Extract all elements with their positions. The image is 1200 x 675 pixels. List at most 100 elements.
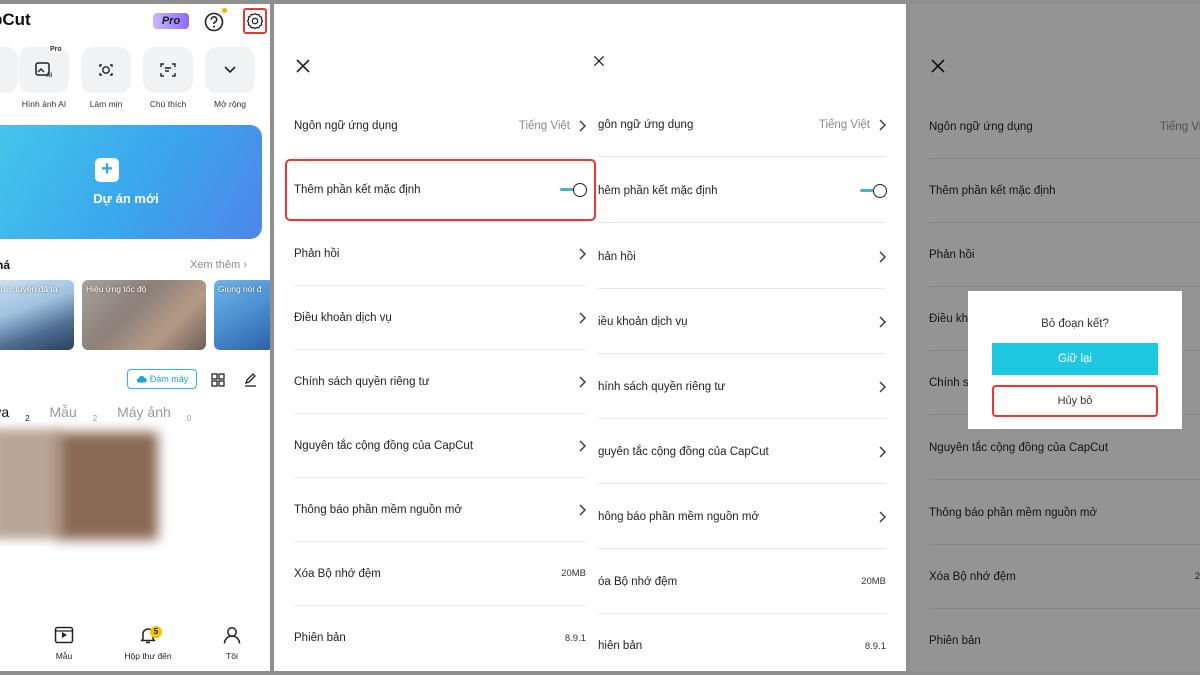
setting-clear-cache[interactable]: óa Bộ nhớ đệm 20MB [598, 550, 886, 614]
nav-label: Tôi [226, 651, 238, 661]
template-icon [54, 626, 74, 644]
setting-terms[interactable]: Điều khoản dịch vụ [294, 286, 586, 350]
chevron-right-icon [579, 248, 586, 259]
setting-label: Thông báo phần mềm nguồn mở [294, 503, 463, 516]
chevron-right-icon [879, 251, 886, 262]
plus-icon: + [95, 158, 119, 182]
chevron-right-icon [879, 381, 886, 392]
tab-camera[interactable]: Máy ảnh 0 [117, 404, 192, 423]
chevron-right-icon [579, 312, 586, 323]
settings-gear-icon[interactable] [243, 8, 267, 34]
chevron-right-icon [579, 376, 586, 387]
setting-version: Phiên bản 8.9.1 [294, 606, 586, 670]
help-icon[interactable] [202, 10, 226, 34]
chevron-right-icon [579, 504, 586, 515]
chevron-right-icon [879, 119, 886, 130]
home-screen: pCut Pro AI Pro Hình ảnh AI Làm mịn Chú … [0, 4, 270, 671]
template-thumbnail[interactable]: trực tuyến đã ta [0, 280, 74, 350]
tab-count: 2 [25, 413, 30, 423]
tool-pro-tag: Pro [48, 46, 64, 53]
default-ending-toggle[interactable] [860, 183, 887, 198]
cancel-button[interactable]: Hủy bỏ [992, 385, 1158, 417]
see-more-link[interactable]: Xem thêm › [190, 259, 247, 271]
tool-label: Chú thích [149, 99, 187, 109]
new-project-button[interactable]: + Dự án mới [0, 125, 262, 239]
setting-label: hiên bản [598, 640, 643, 652]
keep-button[interactable]: Giữ lại [992, 343, 1158, 375]
settings-screens: Ngôn ngữ ứng dụng Tiếng Việt Thêm phần k… [274, 4, 906, 671]
tool-retouch[interactable] [81, 47, 131, 93]
setting-privacy[interactable]: hính sách quyền riêng tư [598, 355, 886, 419]
chevron-right-icon [579, 440, 586, 451]
setting-clear-cache[interactable]: Xóa Bộ nhớ đệm 20MB [294, 542, 586, 606]
close-icon[interactable] [294, 57, 312, 75]
tab-count: 2 [92, 413, 98, 423]
project-tabs: ửa 2 Mẫu 2 Máy ảnh 0 [0, 404, 207, 423]
setting-label: hính sách quyền riêng tư [598, 380, 726, 393]
setting-value: Tiếng Việt [518, 119, 570, 132]
project-thumbnail[interactable] [58, 432, 158, 540]
settings-dialog-screen: Ngôn ngữ ứng dụng Tiếng Việt Thêm phần k… [910, 4, 1200, 671]
setting-terms[interactable]: iều khoản dịch vụ [598, 290, 886, 354]
cloud-button[interactable]: Đám mây [127, 369, 197, 389]
tool-expand[interactable] [205, 47, 255, 93]
setting-label: iều khoản dịch vụ [598, 315, 688, 328]
setting-community[interactable]: Nguyên tắc cộng đồng của CapCut [294, 414, 586, 478]
chevron-right-icon [879, 511, 886, 522]
setting-feedback[interactable]: Phản hồi [294, 222, 586, 286]
setting-label: Phản hồi [294, 247, 340, 260]
retouch-icon [99, 64, 113, 76]
setting-language[interactable]: gôn ngữ ứng dụng Tiếng Việt [598, 93, 886, 157]
setting-label: Xóa Bộ nhớ đệm [294, 567, 381, 580]
setting-default-ending[interactable]: hêm phần kết mặc định [598, 159, 887, 223]
grid-view-icon[interactable] [211, 373, 225, 392]
tab-label: ửa [0, 404, 10, 420]
setting-label: hông báo phần mềm nguồn mở [598, 510, 759, 523]
confirm-dialog: Bỏ đoạn kết? Giữ lại Hủy bỏ [968, 291, 1182, 429]
tab-recent[interactable]: ửa 2 [0, 404, 30, 423]
setting-label: Ngôn ngữ ứng dụng [294, 119, 398, 132]
template-thumbnail[interactable]: Hiệu ứng tốc độ [82, 280, 206, 350]
thumbnail-label: Hiệu ứng tốc độ [86, 284, 147, 294]
thumbnail-label: trực tuyến đã ta [0, 284, 58, 294]
setting-language[interactable]: Ngôn ngữ ứng dụng Tiếng Việt [294, 94, 586, 158]
tab-label: Máy ảnh [117, 404, 171, 420]
cloud-icon [136, 376, 147, 383]
setting-open-source[interactable]: hông báo phần mềm nguồn mở [598, 485, 886, 549]
setting-community[interactable]: guyên tắc cộng đồng của CapCut [598, 420, 886, 484]
setting-privacy[interactable]: Chính sách quyền riêng tư [294, 350, 586, 414]
tab-templates[interactable]: Mẫu 2 [50, 404, 98, 423]
setting-label: óa Bộ nhớ đệm [598, 575, 678, 588]
tool-ai-image[interactable]: AI [19, 47, 69, 93]
template-thumbnail[interactable]: Giọng nói đ [214, 280, 270, 350]
chevron-right-icon [879, 316, 886, 327]
tool-caption[interactable] [143, 47, 193, 93]
highlight-box [285, 159, 596, 221]
chevron-right-icon: › [243, 259, 247, 271]
chevron-right-icon [579, 120, 586, 131]
tab-count: 0 [186, 413, 192, 423]
project-thumbnail[interactable] [0, 429, 62, 539]
setting-feedback[interactable]: hản hồi [598, 225, 886, 289]
setting-label: Nguyên tắc cộng đồng của CapCut [294, 439, 474, 452]
svg-text:AI: AI [46, 73, 52, 78]
notification-dot [222, 8, 227, 13]
tool-partial[interactable] [0, 47, 18, 93]
cloud-label: Đám mây [149, 374, 189, 384]
setting-value: Tiếng Việt [818, 118, 870, 131]
setting-label: Phiên bản [294, 632, 346, 644]
nav-templates[interactable]: Mẫu [34, 626, 94, 661]
chevron-right-icon [879, 446, 886, 457]
nav-me[interactable]: Tôi [202, 626, 262, 661]
tool-label: Hình ảnh AI [21, 99, 67, 109]
setting-label: hêm phần kết mặc định [598, 184, 718, 197]
cache-size: 20MB [561, 568, 586, 579]
setting-label: Điều khoản dịch vụ [294, 311, 392, 324]
new-project-label: Dự án mới [93, 191, 159, 206]
version-value: 8.9.1 [864, 640, 886, 652]
close-icon[interactable] [592, 54, 606, 68]
pro-badge[interactable]: Pro [153, 13, 189, 29]
setting-open-source[interactable]: Thông báo phần mềm nguồn mở [294, 478, 586, 542]
edit-icon[interactable] [243, 372, 258, 392]
nav-inbox[interactable]: Hộp thư đến [118, 626, 178, 661]
